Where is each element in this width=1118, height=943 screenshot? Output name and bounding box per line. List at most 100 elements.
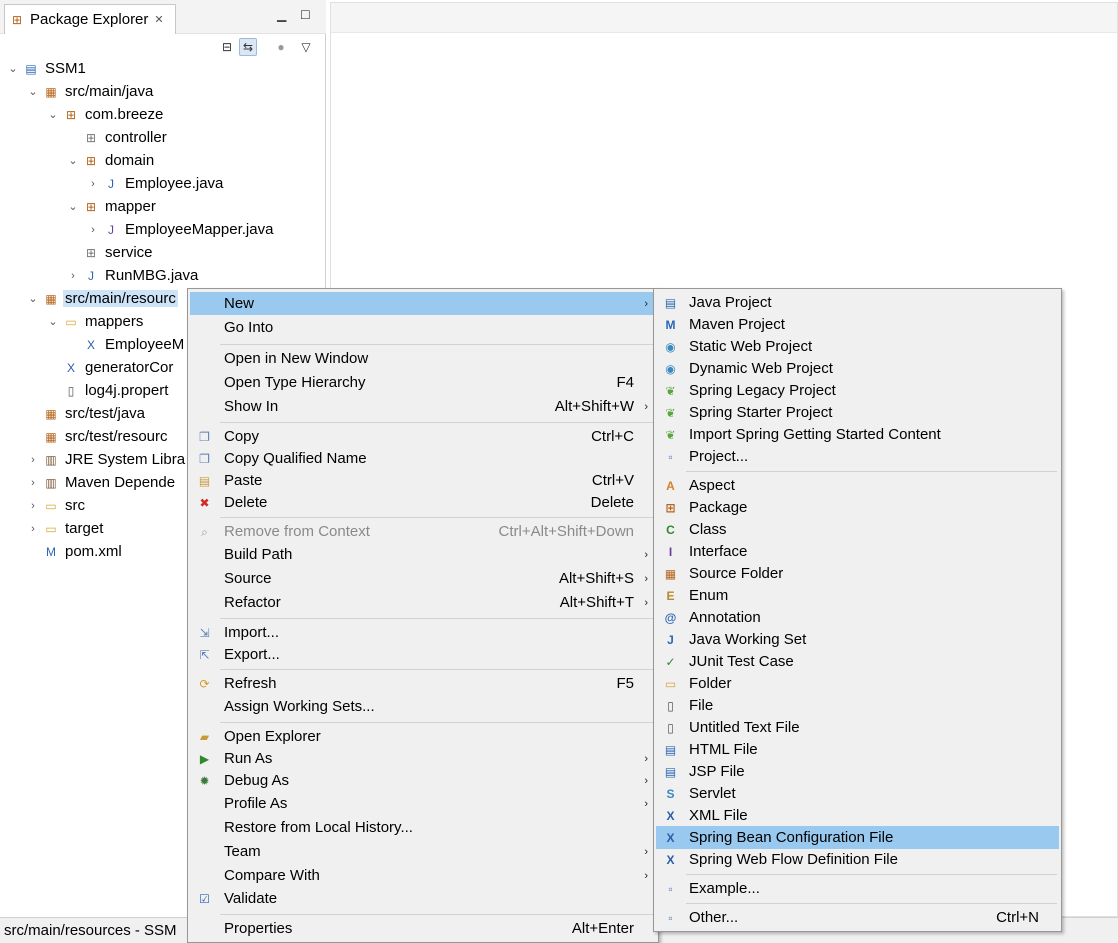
menu-item-import[interactable]: ⇲ Import... <box>190 621 656 644</box>
tree-item-src[interactable]: › ▭ src <box>26 494 87 517</box>
menu-item-assign-working-sets[interactable]: Assign Working Sets... <box>190 695 656 718</box>
tree-item-src-main-resourc[interactable]: ⌄ ▦ src/main/resourc <box>26 287 178 310</box>
menu-item-paste[interactable]: ▤ Paste Ctrl+V <box>190 469 656 492</box>
menu-item-refactor[interactable]: Refactor Alt+Shift+T › <box>190 591 656 614</box>
focus-on-active-task-icon[interactable]: ● <box>272 38 290 56</box>
menu-item-build-path[interactable]: Build Path › <box>190 543 656 566</box>
menu-item-restore-from-local-history[interactable]: Restore from Local History... <box>190 816 656 839</box>
menu-item-team[interactable]: Team › <box>190 840 656 863</box>
menu-item-label: Debug As <box>224 772 290 789</box>
chevron-right-icon[interactable]: › <box>26 500 40 512</box>
menu-item-open-explorer[interactable]: ▰ Open Explorer <box>190 725 656 748</box>
tree-item-jre-system-libra[interactable]: › ▥ JRE System Libra <box>26 448 187 471</box>
new-menu-item-dynamic-web-project[interactable]: ◉ Dynamic Web Project <box>656 357 1059 380</box>
link-with-editor-icon[interactable]: ⇆ <box>239 38 257 56</box>
tree-item-com-breeze[interactable]: ⌄ ⊞ com.breeze <box>46 103 165 126</box>
chevron-down-icon[interactable]: ⌄ <box>46 108 60 121</box>
new-menu-item-folder[interactable]: ▭ Folder <box>656 672 1059 695</box>
chevron-right-icon[interactable]: › <box>26 454 40 466</box>
new-menu-item-xml-file[interactable]: X XML File <box>656 804 1059 827</box>
new-menu-item-other[interactable]: ▫ Other... Ctrl+N <box>656 906 1059 929</box>
new-menu-item-interface[interactable]: I Interface <box>656 540 1059 563</box>
chevron-down-icon[interactable]: ⌄ <box>26 292 40 305</box>
new-menu-item-aspect[interactable]: A Aspect <box>656 474 1059 497</box>
tree-item-service[interactable]: ⊞ service <box>66 241 155 264</box>
tree-item-src-main-java[interactable]: ⌄ ▦ src/main/java <box>26 80 155 103</box>
new-menu-item-file[interactable]: ▯ File <box>656 694 1059 717</box>
tree-item-maven-depende[interactable]: › ▥ Maven Depende <box>26 471 177 494</box>
new-menu-item-static-web-project[interactable]: ◉ Static Web Project <box>656 335 1059 358</box>
tree-item-runmbg-java[interactable]: › J RunMBG.java <box>66 264 200 287</box>
new-menu-item-source-folder[interactable]: ▦ Source Folder <box>656 562 1059 585</box>
tree-item-employeem[interactable]: X EmployeeM <box>66 333 186 356</box>
new-menu-item-project[interactable]: ▫ Project... <box>656 445 1059 468</box>
new-menu-item-annotation[interactable]: @ Annotation <box>656 606 1059 629</box>
menu-item-validate[interactable]: ☑ Validate <box>190 887 656 910</box>
chevron-down-icon[interactable]: ⌄ <box>46 315 60 328</box>
menu-item-remove-from-context[interactable]: ⌕ Remove from Context Ctrl+Alt+Shift+Down <box>190 520 656 543</box>
menu-item-delete[interactable]: ✖ Delete Delete <box>190 491 656 514</box>
new-menu-item-spring-legacy-project[interactable]: ❦ Spring Legacy Project <box>656 379 1059 402</box>
menu-item-copy[interactable]: ❐ Copy Ctrl+C <box>190 425 656 448</box>
menu-item-source[interactable]: Source Alt+Shift+S › <box>190 567 656 590</box>
menu-item-new[interactable]: New › <box>190 292 656 315</box>
tree-item-mappers[interactable]: ⌄ ▭ mappers <box>46 310 145 333</box>
tree-item-generatorcor[interactable]: XgeneratorCor <box>46 356 175 379</box>
tree-item-ssm1[interactable]: ⌄ ▤ SSM1 <box>6 57 88 80</box>
tree-item-controller[interactable]: ⊞ controller <box>66 126 169 149</box>
menu-item-export[interactable]: ⇱ Export... <box>190 643 656 666</box>
tree-item-mapper[interactable]: ⌄ ⊞ mapper <box>66 195 158 218</box>
new-menu-item-maven-project[interactable]: M Maven Project <box>656 313 1059 336</box>
close-icon[interactable]: ✕ <box>154 13 163 26</box>
tree-item-pom-xml[interactable]: Mpom.xml <box>26 540 124 563</box>
menu-item-copy-qualified-name[interactable]: ❐ Copy Qualified Name <box>190 447 656 470</box>
new-menu-item-import-spring-getting-started-content[interactable]: ❦ Import Spring Getting Started Content <box>656 423 1059 446</box>
chevron-right-icon[interactable]: › <box>66 270 80 282</box>
tree-item-log4j-propert[interactable]: ▯ log4j.propert <box>46 379 170 402</box>
new-menu-item-jsp-file[interactable]: ▤ JSP File <box>656 760 1059 783</box>
maximize-icon[interactable]: ☐ <box>300 8 311 22</box>
tree-item-domain[interactable]: ⌄ ⊞ domain <box>66 149 156 172</box>
tree-item-employeemapper-java[interactable]: › J EmployeeMapper.java <box>86 218 275 241</box>
menu-item-properties[interactable]: Properties Alt+Enter <box>190 917 656 940</box>
chevron-right-icon[interactable]: › <box>26 523 40 535</box>
new-menu-item-package[interactable]: ⊞ Package <box>656 496 1059 519</box>
menu-item-compare-with[interactable]: Compare With › <box>190 864 656 887</box>
new-menu-item-html-file[interactable]: ▤ HTML File <box>656 738 1059 761</box>
new-menu-item-enum[interactable]: E Enum <box>656 584 1059 607</box>
new-menu-item-class[interactable]: C Class <box>656 518 1059 541</box>
chevron-down-icon[interactable]: ⌄ <box>66 200 80 213</box>
tree-item-src-test-resourc[interactable]: ▦ src/test/resourc <box>26 425 170 448</box>
new-menu-item-junit-test-case[interactable]: ✓ JUnit Test Case <box>656 650 1059 673</box>
chevron-down-icon[interactable]: ⌄ <box>6 62 20 75</box>
tree-item-src-test-java[interactable]: ▦ src/test/java <box>26 402 147 425</box>
new-menu-item-spring-web-flow-definition-file[interactable]: X Spring Web Flow Definition File <box>656 848 1059 871</box>
tree-item-target[interactable]: › ▭ target <box>26 517 105 540</box>
menu-item-debug-as[interactable]: ✹ Debug As › <box>190 769 656 792</box>
menu-item-show-in[interactable]: Show In Alt+Shift+W › <box>190 395 656 418</box>
new-menu-item-spring-bean-configuration-file[interactable]: X Spring Bean Configuration File <box>656 826 1059 849</box>
new-menu-item-servlet[interactable]: S Servlet <box>656 782 1059 805</box>
chevron-right-icon[interactable]: › <box>86 178 100 190</box>
chevron-down-icon[interactable]: ⌄ <box>66 154 80 167</box>
collapse-all-icon[interactable]: ⊟ <box>218 38 236 56</box>
new-menu-item-java-project[interactable]: ▤ Java Project <box>656 291 1059 314</box>
menu-separator <box>220 669 654 670</box>
minimize-icon[interactable]: ▁ <box>277 8 286 22</box>
menu-item-open-type-hierarchy[interactable]: Open Type Hierarchy F4 <box>190 371 656 394</box>
new-menu-item-spring-starter-project[interactable]: ❦ Spring Starter Project <box>656 401 1059 424</box>
chevron-right-icon[interactable]: › <box>86 224 100 236</box>
new-menu-item-java-working-set[interactable]: J Java Working Set <box>656 628 1059 651</box>
package-explorer-tab[interactable]: ⊞ Package Explorer ✕ <box>4 4 176 34</box>
menu-item-profile-as[interactable]: Profile As › <box>190 792 656 815</box>
menu-item-go-into[interactable]: Go Into <box>190 316 656 339</box>
view-menu-icon[interactable]: ▽ <box>297 38 315 56</box>
chevron-right-icon[interactable]: › <box>26 477 40 489</box>
new-menu-item-example[interactable]: ▫ Example... <box>656 877 1059 900</box>
menu-item-refresh[interactable]: ⟳ Refresh F5 <box>190 672 656 695</box>
tree-item-employee-java[interactable]: › J Employee.java <box>86 172 225 195</box>
menu-item-run-as[interactable]: ▶ Run As › <box>190 747 656 770</box>
menu-item-open-in-new-window[interactable]: Open in New Window <box>190 347 656 370</box>
new-menu-item-untitled-text-file[interactable]: ▯ Untitled Text File <box>656 716 1059 739</box>
chevron-down-icon[interactable]: ⌄ <box>26 85 40 98</box>
